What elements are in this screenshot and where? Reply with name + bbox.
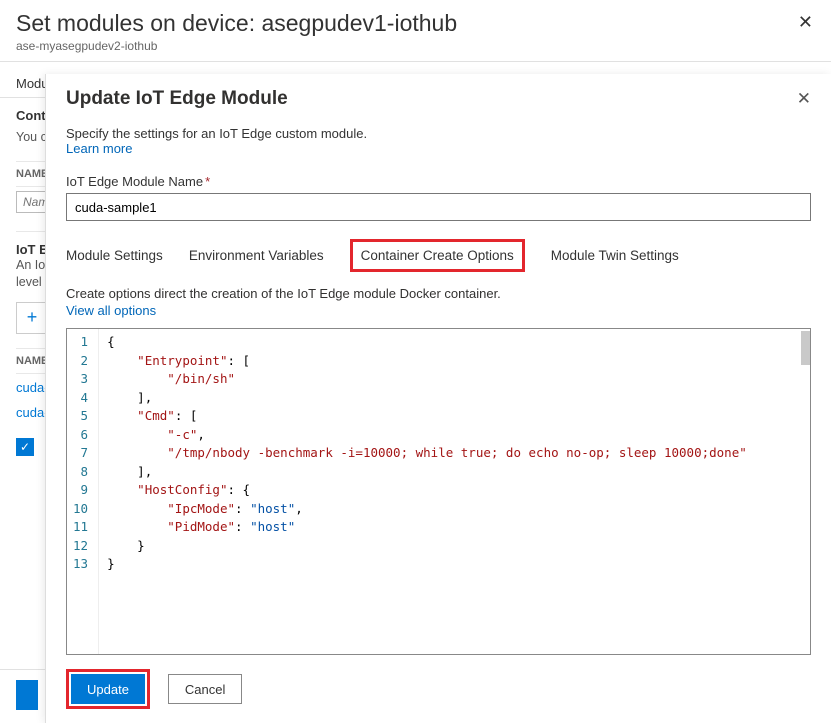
line-num: 5 <box>73 407 88 426</box>
add-module-button[interactable]: + <box>16 302 48 334</box>
module-name-input[interactable] <box>66 193 811 221</box>
line-num: 7 <box>73 444 88 463</box>
line-num: 3 <box>73 370 88 389</box>
panel-close-icon[interactable]: ✕ <box>797 89 811 109</box>
line-num: 12 <box>73 537 88 556</box>
code-string: "/bin/sh" <box>167 371 235 386</box>
update-button-highlight: Update <box>66 669 150 709</box>
line-num: 4 <box>73 389 88 408</box>
tab-module-twin-settings[interactable]: Module Twin Settings <box>551 244 679 267</box>
update-module-panel: Update IoT Edge Module ✕ Specify the set… <box>45 74 831 723</box>
tab-module-settings[interactable]: Module Settings <box>66 244 163 267</box>
module-name-label: IoT Edge Module Name* <box>66 174 811 189</box>
code-string: "/tmp/nbody -benchmark -i=10000; while t… <box>167 445 746 460</box>
check-icon[interactable]: ✓ <box>16 438 34 456</box>
line-num: 11 <box>73 518 88 537</box>
scrollbar-indicator[interactable] <box>801 331 810 365</box>
line-num: 2 <box>73 352 88 371</box>
code-key: "Cmd" <box>137 408 175 423</box>
container-options-description: Create options direct the creation of th… <box>66 286 811 301</box>
view-all-options-link[interactable]: View all options <box>66 303 811 318</box>
panel-description: Specify the settings for an IoT Edge cus… <box>66 120 811 141</box>
code-key: "PidMode" <box>167 519 235 534</box>
line-num: 8 <box>73 463 88 482</box>
page-close-icon[interactable]: ✕ <box>798 12 813 33</box>
code-key: "IpcMode" <box>167 501 235 516</box>
breadcrumb: ase-myasegpudev2-iothub <box>16 39 815 61</box>
cancel-button[interactable]: Cancel <box>168 674 242 704</box>
code-key: "HostConfig" <box>137 482 227 497</box>
tab-container-create-options[interactable]: Container Create Options <box>350 239 525 272</box>
code-content[interactable]: { "Entrypoint": [ "/bin/sh" ], "Cmd": [ … <box>99 329 810 654</box>
line-num: 6 <box>73 426 88 445</box>
code-value: "host" <box>250 519 295 534</box>
line-num: 10 <box>73 500 88 519</box>
update-button[interactable]: Update <box>71 674 145 704</box>
bg-primary-button-partial[interactable] <box>16 680 38 710</box>
line-num: 1 <box>73 333 88 352</box>
required-indicator: * <box>205 174 210 189</box>
code-value: "host" <box>250 501 295 516</box>
page-title: Set modules on device: asegpudev1-iothub <box>16 10 815 37</box>
panel-title: Update IoT Edge Module <box>66 88 288 110</box>
tab-environment-variables[interactable]: Environment Variables <box>189 244 324 267</box>
code-key: "Entrypoint" <box>137 353 227 368</box>
learn-more-link[interactable]: Learn more <box>66 141 811 156</box>
line-num: 13 <box>73 555 88 574</box>
line-num: 9 <box>73 481 88 500</box>
code-string: "-c" <box>167 427 197 442</box>
module-name-label-text: IoT Edge Module Name <box>66 174 203 189</box>
code-gutter: 1 2 3 4 5 6 7 8 9 10 11 12 13 <box>67 329 99 654</box>
code-editor[interactable]: 1 2 3 4 5 6 7 8 9 10 11 12 13 { "Entrypo… <box>66 328 811 655</box>
